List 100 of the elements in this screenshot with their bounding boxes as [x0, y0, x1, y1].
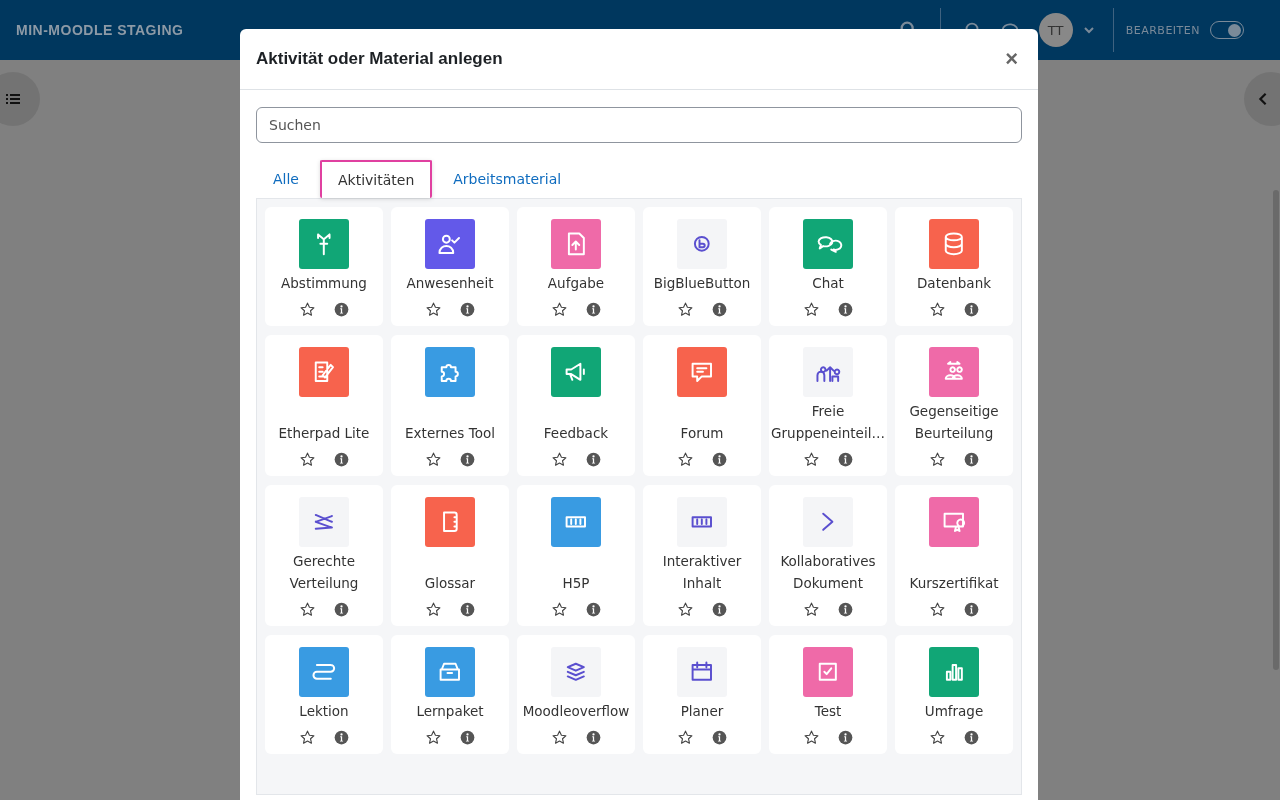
star-icon[interactable] [551, 729, 568, 746]
course-index-button[interactable] [0, 72, 40, 126]
info-icon[interactable] [586, 452, 601, 467]
info-icon[interactable] [838, 302, 853, 317]
tab[interactable]: Alle [256, 160, 316, 198]
activity-card[interactable]: Abstimmung [265, 207, 383, 326]
activity-card[interactable]: Gerechte Verteilung [265, 485, 383, 626]
star-icon[interactable] [299, 301, 316, 318]
star-icon[interactable] [677, 451, 694, 468]
star-icon[interactable] [425, 601, 442, 618]
activity-card[interactable]: Lernpaket [391, 635, 509, 754]
info-icon[interactable] [586, 302, 601, 317]
activity-name: Interaktiver Inhalt [661, 552, 743, 593]
activity-card[interactable]: Freie Gruppeneinteil… [769, 335, 887, 476]
star-icon[interactable] [425, 451, 442, 468]
info-icon[interactable] [334, 730, 349, 745]
activity-name: Chat [812, 274, 844, 293]
modal-title: Aktivität oder Material anlegen [256, 49, 503, 69]
activity-name: Planer [680, 702, 724, 721]
star-icon[interactable] [677, 601, 694, 618]
star-icon[interactable] [425, 301, 442, 318]
activity-name: Gerechte Verteilung [288, 552, 360, 593]
info-icon[interactable] [460, 730, 475, 745]
activity-name: BigBlueButton [653, 274, 751, 293]
info-icon[interactable] [712, 730, 727, 745]
site-name[interactable]: MIN-MOODLE STAGING [16, 22, 184, 38]
star-icon[interactable] [929, 451, 946, 468]
star-icon[interactable] [929, 301, 946, 318]
activity-name: Gegenseitige Beurteilung [908, 402, 1000, 443]
activity-name: Forum [680, 424, 724, 443]
info-icon[interactable] [964, 302, 979, 317]
activity-card[interactable]: Lektion [265, 635, 383, 754]
star-icon[interactable] [551, 601, 568, 618]
activity-name: Anwesenheit [406, 274, 494, 293]
info-icon[interactable] [334, 302, 349, 317]
star-icon[interactable] [551, 451, 568, 468]
edit-mode-label: BEARBEITEN [1125, 23, 1200, 37]
star-icon[interactable] [677, 301, 694, 318]
star-icon[interactable] [677, 729, 694, 746]
star-icon[interactable] [929, 729, 946, 746]
star-icon[interactable] [299, 729, 316, 746]
activity-card[interactable]: H5P [517, 485, 635, 626]
activity-card[interactable]: Anwesenheit [391, 207, 509, 326]
info-icon[interactable] [838, 452, 853, 467]
activity-card[interactable]: Moodleoverflow [517, 635, 635, 754]
activity-name: H5P [562, 574, 590, 593]
info-icon[interactable] [334, 602, 349, 617]
activity-card[interactable]: Kollaboratives Dokument [769, 485, 887, 626]
activity-name: Freie Gruppeneinteil… [771, 402, 885, 443]
close-button[interactable]: × [1001, 46, 1022, 72]
activity-name: Lektion [299, 702, 349, 721]
activity-card[interactable]: Gegenseitige Beurteilung [895, 335, 1013, 476]
activity-card[interactable]: Test [769, 635, 887, 754]
search-field[interactable]: Suchen [256, 107, 1022, 143]
activity-name: Kurszertifikat [909, 574, 999, 593]
info-icon[interactable] [964, 730, 979, 745]
info-icon[interactable] [586, 602, 601, 617]
star-icon[interactable] [803, 601, 820, 618]
star-icon[interactable] [299, 451, 316, 468]
activity-name: Moodleoverflow [522, 702, 630, 721]
activity-name: Test [814, 702, 842, 721]
activity-card[interactable]: Planer [643, 635, 761, 754]
star-icon[interactable] [803, 729, 820, 746]
star-icon[interactable] [551, 301, 568, 318]
activity-name: Aufgabe [547, 274, 605, 293]
info-icon[interactable] [586, 730, 601, 745]
activity-card[interactable]: Etherpad Lite [265, 335, 383, 476]
activity-card[interactable]: Umfrage [895, 635, 1013, 754]
activity-card[interactable]: Kurszertifikat [895, 485, 1013, 626]
activity-card[interactable]: Feedback [517, 335, 635, 476]
activity-card[interactable]: BigBlueButton [643, 207, 761, 326]
user-avatar[interactable]: TT [1038, 13, 1073, 47]
info-icon[interactable] [838, 602, 853, 617]
activity-card[interactable]: Datenbank [895, 207, 1013, 326]
info-icon[interactable] [712, 602, 727, 617]
info-icon[interactable] [712, 302, 727, 317]
activity-card[interactable]: Externes Tool [391, 335, 509, 476]
star-icon[interactable] [803, 451, 820, 468]
tab[interactable]: Arbeitsmaterial [436, 160, 579, 198]
info-icon[interactable] [964, 452, 979, 467]
info-icon[interactable] [460, 602, 475, 617]
info-icon[interactable] [460, 452, 475, 467]
star-icon[interactable] [803, 301, 820, 318]
activity-card[interactable]: Forum [643, 335, 761, 476]
activity-card[interactable]: Interaktiver Inhalt [643, 485, 761, 626]
activity-card[interactable]: Chat [769, 207, 887, 326]
info-icon[interactable] [964, 602, 979, 617]
activity-card[interactable]: Glossar [391, 485, 509, 626]
info-icon[interactable] [712, 452, 727, 467]
star-icon[interactable] [299, 601, 316, 618]
star-icon[interactable] [929, 601, 946, 618]
activity-name: Kollaboratives Dokument [779, 552, 877, 593]
info-icon[interactable] [838, 730, 853, 745]
info-icon[interactable] [460, 302, 475, 317]
activity-card[interactable]: Aufgabe [517, 207, 635, 326]
caret-icon[interactable] [1082, 24, 1095, 36]
activity-name: Lernpaket [416, 702, 484, 721]
activity-name: Glossar [424, 574, 476, 593]
star-icon[interactable] [425, 729, 442, 746]
info-icon[interactable] [334, 452, 349, 467]
